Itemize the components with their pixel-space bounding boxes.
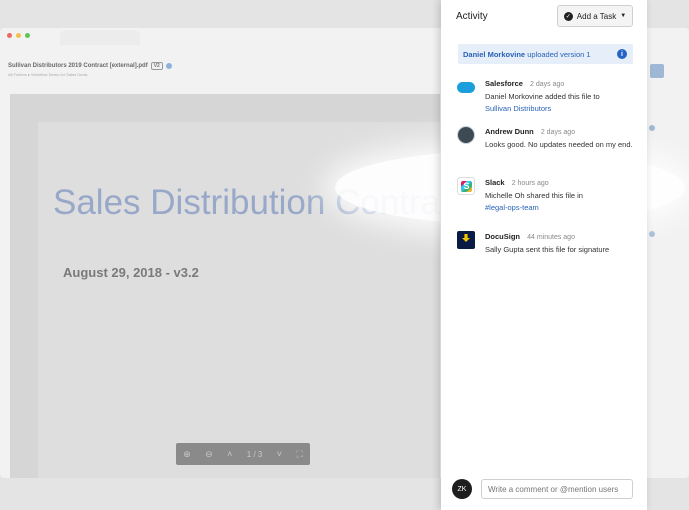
avatar [457,231,475,249]
activity-text: Looks good. No updates needed on my end. [485,140,633,149]
activity-author: Salesforce [485,79,523,88]
minimize-window-button[interactable] [16,33,21,38]
avatar [457,126,475,144]
activity-header: Activity ✓ Add a Task ▼ [441,0,647,36]
activity-text: Michelle Oh shared this file in [485,191,583,200]
activity-time: 2 hours ago [511,180,549,187]
version-badge[interactable]: V2 [150,62,163,70]
activity-time: 2 days ago [540,129,576,136]
document-title: Sullivan Distributors 2019 Contract [ext… [8,62,438,70]
document-preview-area [10,94,440,478]
user-avatar[interactable]: ZK [452,479,472,499]
share-button[interactable] [650,64,664,78]
add-task-button[interactable]: ✓ Add a Task ▼ [557,5,633,27]
activity-author: Slack [485,178,505,187]
browser-tab[interactable] [60,30,140,45]
user-photo-icon [457,126,475,144]
page-down-icon[interactable]: ˅ [277,449,282,459]
document-title-text: Sullivan Distributors 2019 Contract [ext… [8,63,148,69]
activity-time: 2 days ago [530,81,565,88]
maximize-window-button[interactable] [25,33,30,38]
activity-panel: Activity ✓ Add a Task ▼ Daniel Morkovine… [441,0,647,510]
activity-author: DocuSign [485,232,520,241]
version-text: uploaded version 1 [525,49,591,59]
activity-author: Andrew Dunn [485,127,534,136]
indicator-dot [649,231,655,237]
activity-text: Daniel Morkovine added this file to [485,92,600,101]
comment-area: ZK [441,470,647,510]
page-indicator: 1 / 3 [246,449,263,459]
zoom-in-icon[interactable]: ⊕ [183,449,191,459]
activity-link[interactable]: Sullivan Distributors [485,103,635,115]
breadcrumb[interactable]: All Folders ▸ Workflow Demo for Sales De… [8,72,438,77]
avatar: S [457,177,475,195]
version-banner[interactable]: Daniel Morkovine uploaded version 1 i [458,44,633,64]
add-task-label: Add a Task [576,11,617,21]
slack-icon: S [457,177,475,195]
close-window-button[interactable] [7,33,12,38]
fullscreen-icon[interactable]: ⛶ [296,449,302,459]
panel-title: Activity [456,11,488,22]
page-up-icon[interactable]: ˄ [227,449,232,459]
comment-input[interactable] [481,479,633,499]
activity-time: 44 minutes ago [527,234,575,241]
salesforce-icon [457,78,475,96]
check-circle-icon: ✓ [563,11,573,21]
preview-toolbar: ⊕ ⊖ ˄ 1 / 3 ˅ ⛶ [176,443,310,465]
chevron-down-icon: ▼ [620,13,627,19]
zoom-out-icon[interactable]: ⊖ [205,449,213,459]
docusign-icon [457,231,475,249]
window-controls [7,33,30,38]
version-uploader: Daniel Morkovine [463,49,526,59]
indicator-dot [649,125,655,131]
shared-link-icon[interactable] [165,63,172,69]
document-header: Sullivan Distributors 2019 Contract [ext… [8,62,438,77]
info-icon[interactable]: i [617,49,627,59]
document-subheading: August 29, 2018 - v3.2 [63,265,199,280]
activity-link[interactable]: #legal-ops-team [485,202,635,214]
activity-text: Sally Gupta sent this file for signature [485,245,610,254]
